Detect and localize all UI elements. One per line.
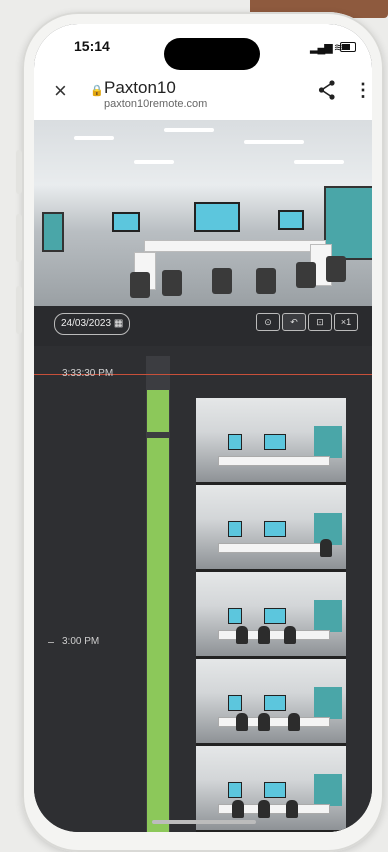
- battery-icon: [340, 42, 356, 52]
- recording-timeline[interactable]: 3:33:30 PM 3:00 PM: [34, 346, 372, 832]
- status-bar: 15:14 ▂▄▆ ≋: [34, 24, 372, 70]
- close-icon[interactable]: ×: [54, 78, 67, 104]
- rewind-button[interactable]: ↶: [282, 313, 306, 331]
- dynamic-island: [164, 38, 260, 70]
- phone-screen: 15:14 ▂▄▆ ≋ × 🔒 Paxton10 paxton10remote.…: [34, 24, 372, 832]
- lock-icon: 🔒: [90, 85, 104, 97]
- thumbnail[interactable]: [196, 659, 346, 746]
- site-url[interactable]: paxton10remote.com: [104, 98, 207, 110]
- site-title: Paxton10: [104, 78, 176, 97]
- share-icon[interactable]: [318, 80, 336, 106]
- timeline-tick: [48, 642, 54, 643]
- home-indicator[interactable]: [152, 820, 256, 824]
- signal-icon: ▂▄▆ ≋: [310, 42, 343, 54]
- more-vert-icon[interactable]: ⋮: [354, 80, 372, 101]
- speed-button[interactable]: ×1: [334, 313, 358, 331]
- browser-toolbar: × 🔒 Paxton10 paxton10remote.com ⋮: [34, 70, 372, 120]
- status-time: 15:14: [74, 38, 110, 54]
- phone-volume-down: [16, 286, 22, 334]
- recording-segment[interactable]: [147, 390, 169, 432]
- phone-side-button: [16, 150, 22, 194]
- calendar-icon: ▦: [113, 318, 124, 329]
- phone-volume-up: [16, 214, 22, 262]
- thumbnail[interactable]: [196, 398, 346, 485]
- recording-segment[interactable]: [147, 438, 169, 832]
- playback-controls: 24/03/2023 ▦ ⊙ ↶ ⊡ ×1: [34, 306, 372, 346]
- thumbnail[interactable]: [196, 572, 346, 659]
- date-value: 24/03/2023: [61, 318, 112, 329]
- date-picker[interactable]: 24/03/2023 ▦: [54, 313, 131, 335]
- camera-live-view[interactable]: [34, 120, 372, 306]
- timeline-tick-label: 3:00 PM: [62, 636, 100, 647]
- live-button[interactable]: ⊙: [256, 313, 280, 331]
- snapshot-button[interactable]: ⊡: [308, 313, 332, 331]
- thumbnail[interactable]: [196, 485, 346, 572]
- thumbnail-strip[interactable]: [196, 398, 346, 832]
- playhead-time: 3:33:30 PM: [62, 368, 114, 379]
